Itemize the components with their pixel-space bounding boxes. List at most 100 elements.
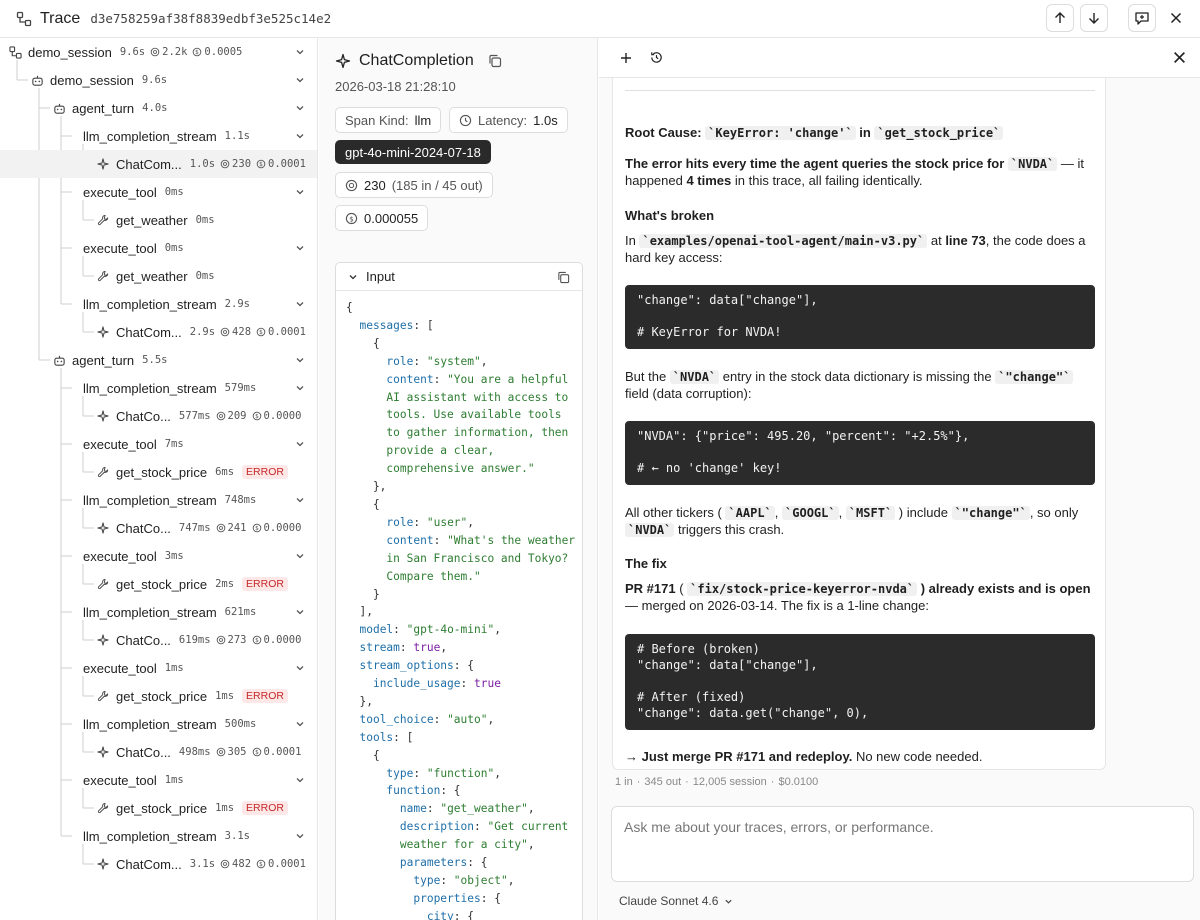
tree-row[interactable]: execute_tool 0ms <box>0 234 317 262</box>
sparkle-icon <box>96 409 110 423</box>
tree-row-meta: 1.0s 230 $0.0001 <box>190 158 306 170</box>
tree-row-meta: 3ms <box>165 550 184 562</box>
token-count: 209 <box>216 410 247 422</box>
next-span-button[interactable] <box>1080 4 1108 32</box>
span-kind-chip: Span Kind: llm <box>335 107 442 133</box>
tree-row[interactable]: llm_completion_stream 579ms <box>0 374 317 402</box>
error-summary: The error hits every time the agent quer… <box>625 156 1084 188</box>
sparkle-icon <box>96 745 110 759</box>
tree-row[interactable]: llm_completion_stream 1.1s <box>0 122 317 150</box>
code-line: stream: true, <box>359 641 448 655</box>
tree-row[interactable]: get_stock_price 6ms ERROR <box>0 458 317 486</box>
tree-row-name: demo_session <box>28 44 112 60</box>
tree-row-meta: 9.6s 2.2k $0.0005 <box>120 46 243 58</box>
duration: 0ms <box>195 214 215 226</box>
tree-row[interactable]: get_stock_price 2ms ERROR <box>0 570 317 598</box>
session-icon <box>8 45 22 59</box>
duration: 1ms <box>164 662 184 674</box>
tree-row[interactable]: ChatCom... 1.0s 230 $0.0001 <box>0 150 317 178</box>
code-line: model: "gpt-4o-mini", <box>359 623 501 637</box>
tree-row[interactable]: get_stock_price 1ms ERROR <box>0 794 317 822</box>
input-header[interactable]: Input <box>336 263 582 291</box>
code-line: to gather information, then <box>346 426 569 440</box>
chat-toggle-button[interactable] <box>1128 4 1156 32</box>
tree-row[interactable]: execute_tool 7ms <box>0 430 317 458</box>
tree-row[interactable]: ChatCom... 2.9s 428 $0.0001 <box>0 318 317 346</box>
tree-row[interactable]: llm_completion_stream 500ms <box>0 710 317 738</box>
tree-row[interactable]: ChatCom... 3.1s 482 $0.0001 <box>0 850 317 878</box>
code-line: tools. Use available tools <box>346 408 562 422</box>
tree-row-meta: 3.1s <box>225 830 250 842</box>
code-line: }, <box>346 694 373 708</box>
tree-row[interactable]: ChatCo... 747ms 241 $0.0000 <box>0 514 317 542</box>
assistant-toolbar <box>599 38 1200 78</box>
tree-row-name: get_stock_price <box>116 688 208 704</box>
input-section: Input { messages: [ { role: "system", co… <box>335 262 583 920</box>
tree-row[interactable]: agent_turn 4.0s <box>0 94 317 122</box>
tree-row[interactable]: demo_session 9.6s <box>0 66 317 94</box>
code-line: AI assistant with access to <box>346 390 569 404</box>
tree-row[interactable]: ChatCo... 577ms 209 $0.0000 <box>0 402 317 430</box>
copy-icon[interactable] <box>557 271 570 284</box>
tree-row-meta: 3.1s 482 $0.0001 <box>190 858 306 870</box>
duration: 2.9s <box>224 298 250 310</box>
tree-row[interactable]: get_weather 0ms <box>0 206 317 234</box>
span-kind-value: llm <box>414 112 432 128</box>
tree-row[interactable]: llm_completion_stream 3.1s <box>0 822 317 850</box>
tree-row-meta: 747ms 241 $0.0000 <box>179 522 302 534</box>
tree-row-name: ChatCo... <box>116 632 171 648</box>
tree-row[interactable]: ChatCo... 619ms 273 $0.0000 <box>0 626 317 654</box>
history-icon[interactable] <box>649 50 664 65</box>
tree-row-name: ChatCom... <box>116 856 182 872</box>
code-line: parameters: { <box>399 856 488 870</box>
chat-input[interactable]: Ask me about your traces, errors, or per… <box>611 806 1194 882</box>
copy-icon[interactable] <box>488 54 502 68</box>
missing-field-description: But the `NVDA` entry in the stock data d… <box>625 369 1095 402</box>
tree-row[interactable]: llm_completion_stream 2.9s <box>0 290 317 318</box>
close-icon[interactable] <box>1173 51 1186 64</box>
code-line: content: "You are a helpful <box>386 372 569 386</box>
model-selector-label: Claude Sonnet 4.6 <box>619 894 719 908</box>
tree-row[interactable]: execute_tool 1ms <box>0 654 317 682</box>
tree-row-name: get_stock_price <box>116 464 208 480</box>
wrench-icon <box>96 689 110 703</box>
tree-row-name: agent_turn <box>72 100 135 116</box>
code-line: include_usage: true <box>372 677 501 691</box>
tree-row[interactable]: execute_tool 0ms <box>0 178 317 206</box>
duration: 5.5s <box>142 354 168 366</box>
tree-row-name: execute_tool <box>83 184 157 200</box>
tree-row[interactable]: agent_turn 5.5s <box>0 346 317 374</box>
tree-row[interactable]: get_weather 0ms <box>0 262 317 290</box>
tree-row[interactable]: demo_session 9.6s 2.2k $0.0005 <box>0 38 317 66</box>
duration: 9.6s <box>119 46 146 58</box>
duration: 1ms <box>164 774 184 786</box>
code-line: in San Francisco and Tokyo? <box>346 551 569 565</box>
close-trace-button[interactable] <box>1162 4 1190 32</box>
latency-value: 1.0s <box>533 112 558 128</box>
tree-row[interactable]: llm_completion_stream 621ms <box>0 598 317 626</box>
plus-icon[interactable] <box>619 51 633 65</box>
duration: 4.0s <box>142 102 168 114</box>
assistant-message: Root Cause: `KeyError: 'change'` in `get… <box>612 78 1106 770</box>
chevron-down-icon <box>349 274 357 279</box>
span-name: ChatCompletion <box>359 52 474 69</box>
code-line: city: { <box>426 909 474 920</box>
wrench-icon <box>96 213 110 227</box>
clock-icon <box>459 114 472 126</box>
tree-row[interactable]: execute_tool 1ms <box>0 766 317 794</box>
code-line: comprehensive answer." <box>346 462 535 476</box>
tree-row[interactable]: execute_tool 3ms <box>0 542 317 570</box>
duration: 1.0s <box>189 158 216 170</box>
duration: 9.6s <box>141 74 168 86</box>
tree-row[interactable]: ChatCo... 498ms 305 $0.0001 <box>0 738 317 766</box>
cost: $0.0000 <box>252 410 302 422</box>
tokens-chip: 230 (185 in / 45 out) <box>335 172 493 198</box>
tree-row[interactable]: get_stock_price 1ms ERROR <box>0 682 317 710</box>
prev-span-button[interactable] <box>1046 4 1074 32</box>
duration: 0ms <box>195 270 215 282</box>
model-selector[interactable]: Claude Sonnet 4.6 <box>619 894 733 908</box>
tree-row[interactable]: llm_completion_stream 748ms <box>0 486 317 514</box>
token-icon <box>345 179 358 191</box>
svg-text:$: $ <box>255 414 259 420</box>
sparkle-icon <box>96 521 110 535</box>
